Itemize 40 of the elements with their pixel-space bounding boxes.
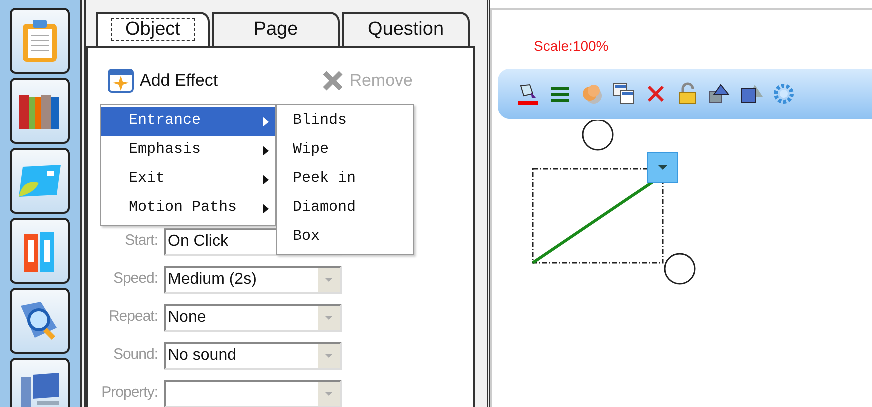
field-label: Property: [100, 383, 158, 404]
menu-item[interactable]: Peek in [277, 165, 413, 194]
sidebar-button[interactable] [10, 8, 70, 74]
sidebar-button[interactable] [10, 148, 70, 214]
menu-item[interactable]: Emphasis [101, 136, 275, 165]
scale-label: Scale:100% [534, 37, 610, 56]
clipboard-icon [20, 18, 60, 64]
card-icon [17, 163, 63, 199]
field-value: None [168, 308, 206, 328]
menu-item[interactable]: Blinds [277, 107, 413, 136]
menu-item[interactable]: Entrance [101, 107, 275, 136]
sidebar-button[interactable] [10, 358, 70, 407]
submenu-arrow-icon [263, 204, 269, 214]
sidebar-button[interactable] [10, 78, 70, 144]
sidebar-button[interactable] [10, 218, 70, 284]
field-label: Speed: [112, 269, 158, 290]
field-label: Start: [124, 231, 158, 252]
paint-bucket-icon[interactable] [516, 82, 540, 106]
dropdown-field[interactable] [164, 380, 342, 407]
submenu-arrow-icon [263, 146, 269, 156]
menu-item[interactable]: Diamond [277, 194, 413, 223]
submenu-arrow-icon [263, 174, 269, 184]
copy-icon[interactable] [612, 82, 636, 106]
add-effect-button[interactable]: Add Effect [108, 68, 218, 94]
field-value: Medium (2s) [168, 270, 257, 290]
menu-item[interactable]: Wipe [277, 136, 413, 165]
settings-icon[interactable] [772, 82, 796, 106]
menu-item[interactable]: Motion Paths [101, 194, 275, 223]
submenu-arrow-icon [263, 116, 269, 126]
close-icon [322, 70, 344, 92]
bring-forward-icon[interactable] [708, 82, 732, 106]
tab[interactable]: Question [342, 12, 470, 46]
field-label: Sound: [112, 345, 158, 366]
field-value: No sound [168, 346, 236, 366]
menu-item[interactable]: Exit [101, 165, 275, 194]
field-value: On Click [168, 232, 228, 252]
tab[interactable]: Page [212, 12, 340, 46]
sidebar-button[interactable] [10, 288, 70, 354]
field-label: Repeat: [108, 307, 158, 328]
tab[interactable]: Object [96, 12, 210, 46]
